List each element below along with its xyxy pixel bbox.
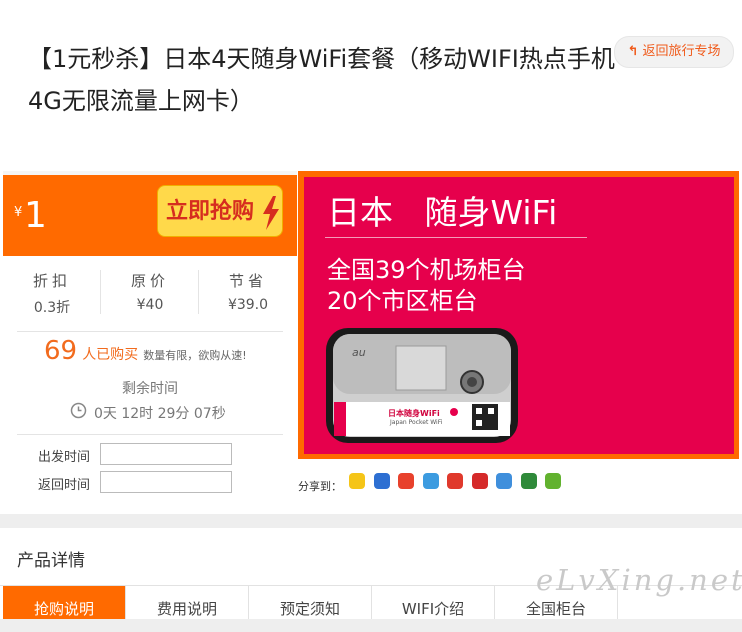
stat-label: 节省: [228, 272, 267, 290]
lightning-icon: [263, 196, 279, 230]
tab-fee-info[interactable]: 费用说明: [126, 586, 249, 619]
qzone-icon[interactable]: [349, 473, 365, 489]
watermark: eLvXing.net: [536, 563, 742, 597]
weibo-icon[interactable]: [398, 473, 414, 489]
back-arrow-icon: ↰: [627, 44, 639, 59]
douban-icon[interactable]: [521, 473, 537, 489]
kaixin-icon[interactable]: [496, 473, 512, 489]
deal-price: 1: [24, 195, 47, 236]
stat-original-price: 原价 ¥40: [101, 256, 199, 326]
depart-date-label: 出发时间: [38, 450, 91, 465]
banner-headline: 日本 随身WiFi: [327, 193, 558, 232]
stat-label: 原价: [130, 272, 169, 290]
stat-value: ¥40: [136, 297, 164, 313]
banner-city-text: 20个市区柜台: [327, 287, 478, 315]
divider: [17, 331, 283, 332]
renren-icon[interactable]: [472, 473, 488, 489]
page-title: 【1元秒杀】日本4天随身WiFi套餐（移动WIFI热点手机4G无限流量上网卡）: [28, 45, 615, 115]
stat-savings: 节省 ¥39.0: [199, 256, 297, 326]
stat-value: ¥39.0: [227, 297, 269, 313]
stat-value: 0.3折: [33, 300, 71, 316]
remaining-time-label: 剩余时间: [122, 381, 178, 397]
countdown-timer: 0天 12时 29分 07秒: [94, 406, 226, 422]
wechat-icon[interactable]: [545, 473, 561, 489]
buyers-info: 69 人已购买 数量有限，欲购从速!: [44, 336, 247, 366]
device-brand: au: [352, 346, 366, 359]
pengyou-icon[interactable]: [423, 473, 439, 489]
device-card-title: 日本随身WiFi: [388, 409, 440, 418]
depart-date-input[interactable]: [100, 443, 232, 465]
share-label: 分享到：: [298, 480, 342, 493]
stat-discount: 折扣 0.3折: [3, 256, 101, 326]
buyers-text: 人已购买: [82, 347, 139, 363]
return-date-input[interactable]: [100, 471, 232, 493]
device-card-subtitle: Japan Pocket WiFi: [390, 419, 443, 426]
tab-wifi-intro[interactable]: WIFI介绍: [372, 586, 495, 619]
pocket-wifi-device-image: [326, 328, 518, 443]
stat-label: 折扣: [32, 272, 71, 290]
baidu-icon[interactable]: [374, 473, 390, 489]
banner-airports-text: 全国39个机场柜台: [327, 256, 526, 284]
buyers-note: 数量有限，欲购从速!: [143, 349, 247, 362]
product-detail-title: 产品详情: [17, 551, 85, 571]
tab-booking-notes[interactable]: 预定须知: [249, 586, 372, 619]
back-to-travel-button[interactable]: ↰ 返回旅行专场: [614, 36, 734, 68]
banner-divider: [325, 237, 587, 238]
divider: [17, 434, 283, 435]
clock-icon: [70, 402, 87, 419]
tencent-weibo-icon[interactable]: [447, 473, 463, 489]
back-button-label: 返回旅行专场: [642, 44, 721, 59]
discount-stats: 折扣 0.3折 原价 ¥40 节省 ¥39.0: [3, 256, 297, 326]
currency-symbol: ¥: [14, 205, 23, 220]
return-date-label: 返回时间: [38, 478, 91, 493]
tab-purchase-info[interactable]: 抢购说明: [3, 586, 126, 619]
buyers-count: 69: [44, 336, 78, 366]
